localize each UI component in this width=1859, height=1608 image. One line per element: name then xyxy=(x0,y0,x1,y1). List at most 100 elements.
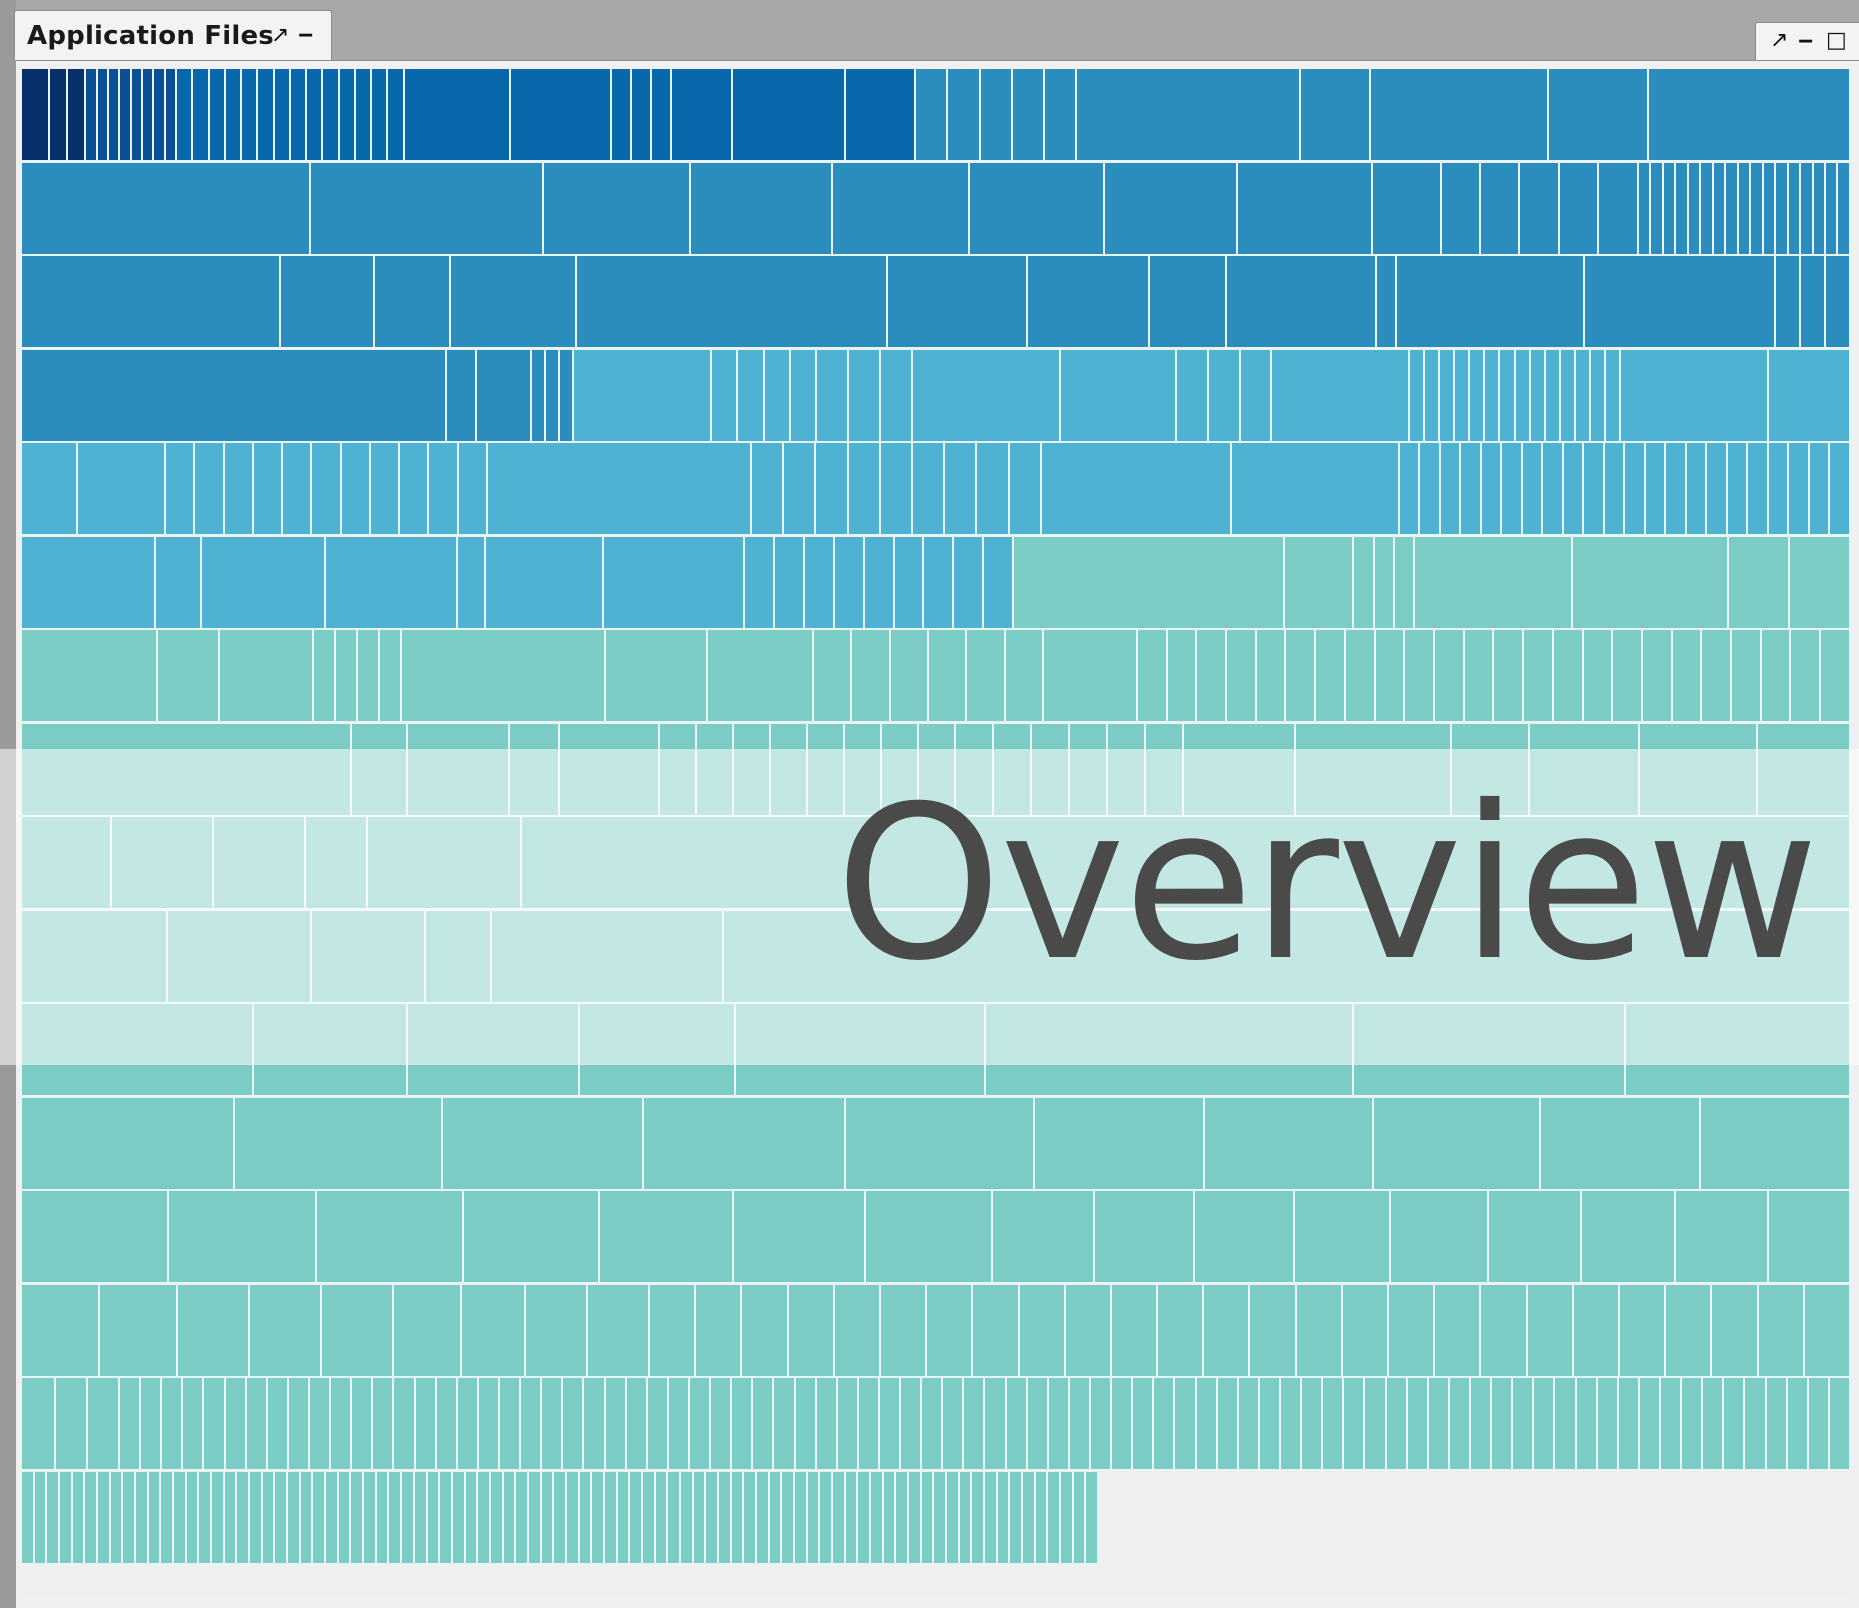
file-tile[interactable] xyxy=(848,443,881,534)
file-tile[interactable] xyxy=(880,350,913,441)
file-tile[interactable] xyxy=(894,537,925,628)
file-tile[interactable] xyxy=(1006,1378,1028,1469)
file-tile[interactable] xyxy=(123,1472,137,1563)
file-tile[interactable] xyxy=(1769,1191,1851,1282)
file-tile[interactable] xyxy=(450,256,578,347)
file-tile[interactable] xyxy=(1618,1378,1640,1469)
file-tile[interactable] xyxy=(364,1472,377,1563)
file-tile[interactable] xyxy=(542,1378,564,1469)
file-tile[interactable] xyxy=(1409,350,1425,441)
file-tile[interactable] xyxy=(373,1378,395,1469)
file-tile[interactable] xyxy=(1804,1285,1851,1376)
file-tile[interactable] xyxy=(617,1472,631,1563)
file-tile[interactable] xyxy=(224,1472,238,1563)
file-tile[interactable] xyxy=(1801,163,1814,254)
file-tile[interactable] xyxy=(934,1472,948,1563)
file-tile[interactable] xyxy=(1374,1098,1541,1189)
file-tile[interactable] xyxy=(510,724,560,815)
file-tile[interactable] xyxy=(1375,630,1406,721)
file-tile[interactable] xyxy=(756,1472,770,1563)
file-tile[interactable] xyxy=(193,69,210,160)
file-tile[interactable] xyxy=(879,1378,902,1469)
file-tile[interactable] xyxy=(691,163,833,254)
file-tile[interactable] xyxy=(394,1378,416,1469)
file-tile[interactable] xyxy=(1112,1378,1134,1469)
file-tile[interactable] xyxy=(882,724,919,815)
file-tile[interactable] xyxy=(1555,1378,1577,1469)
file-tile[interactable] xyxy=(1256,630,1287,721)
file-tile[interactable] xyxy=(526,1285,588,1376)
file-tile[interactable] xyxy=(732,1378,754,1469)
file-tile[interactable] xyxy=(34,1472,48,1563)
file-tile[interactable] xyxy=(1048,1472,1062,1563)
file-tile[interactable] xyxy=(1390,1191,1489,1282)
file-tile[interactable] xyxy=(1676,163,1689,254)
file-tile[interactable] xyxy=(805,537,835,628)
file-tile[interactable] xyxy=(429,443,459,534)
file-tile[interactable] xyxy=(457,1378,479,1469)
file-tile[interactable] xyxy=(1729,537,1791,628)
file-tile[interactable] xyxy=(1524,630,1554,721)
file-tile[interactable] xyxy=(1545,350,1561,441)
file-tile[interactable] xyxy=(642,1472,656,1563)
file-tile[interactable] xyxy=(588,1285,650,1376)
file-tile[interactable] xyxy=(1813,163,1826,254)
file-tile[interactable] xyxy=(242,69,259,160)
restore-icon[interactable]: ↗ xyxy=(1770,30,1788,52)
file-tile[interactable] xyxy=(341,443,371,534)
file-tile[interactable] xyxy=(408,1004,580,1095)
file-tile[interactable] xyxy=(338,1472,352,1563)
minimize-icon[interactable]: ‒ xyxy=(1798,30,1813,52)
file-tile[interactable] xyxy=(1789,443,1810,534)
file-tile[interactable] xyxy=(1226,256,1377,347)
file-tile[interactable] xyxy=(400,443,430,534)
file-tile[interactable] xyxy=(1712,1285,1759,1376)
file-tile[interactable] xyxy=(1184,724,1296,815)
file-tile[interactable] xyxy=(1296,1285,1343,1376)
minimize-tab-icon[interactable]: ‒ xyxy=(298,24,313,46)
file-tile[interactable] xyxy=(154,69,166,160)
file-tile[interactable] xyxy=(97,69,110,160)
file-tile[interactable] xyxy=(1237,163,1373,254)
file-tile[interactable] xyxy=(1354,1004,1626,1095)
file-tile[interactable] xyxy=(630,1472,643,1563)
file-tile[interactable] xyxy=(858,1472,872,1563)
file-tile[interactable] xyxy=(168,1191,318,1282)
file-tile[interactable] xyxy=(511,69,613,160)
file-tile[interactable] xyxy=(1070,724,1108,815)
file-tile[interactable] xyxy=(1606,350,1622,441)
file-tile[interactable] xyxy=(376,1472,390,1563)
file-tile[interactable] xyxy=(310,163,544,254)
file-tile[interactable] xyxy=(404,69,512,160)
file-tile[interactable] xyxy=(1464,630,1495,721)
file-tile[interactable] xyxy=(1133,1378,1155,1469)
file-tile[interactable] xyxy=(339,69,356,160)
file-tile[interactable] xyxy=(849,350,881,441)
file-tile[interactable] xyxy=(1150,256,1227,347)
file-tile[interactable] xyxy=(1599,163,1639,254)
file-tile[interactable] xyxy=(1407,1378,1429,1469)
file-tile[interactable] xyxy=(852,630,891,721)
file-tile[interactable] xyxy=(845,724,882,815)
file-tile[interactable] xyxy=(408,724,510,815)
file-tile[interactable] xyxy=(516,1472,529,1563)
file-tile[interactable] xyxy=(131,69,144,160)
file-tile[interactable] xyxy=(1713,163,1727,254)
file-tile[interactable] xyxy=(680,1472,694,1563)
file-tile[interactable] xyxy=(174,1472,187,1563)
file-tile[interactable] xyxy=(605,1378,627,1469)
file-tile[interactable] xyxy=(312,911,426,1002)
file-tile[interactable] xyxy=(1455,350,1471,441)
file-tile[interactable] xyxy=(943,1378,965,1469)
file-tile[interactable] xyxy=(478,1472,491,1563)
file-tile[interactable] xyxy=(784,443,817,534)
file-tile[interactable] xyxy=(1137,630,1168,721)
file-tile[interactable] xyxy=(1745,1378,1767,1469)
file-tile[interactable] xyxy=(1791,630,1822,721)
file-tile[interactable] xyxy=(1372,163,1442,254)
file-tile[interactable] xyxy=(1645,443,1667,534)
file-tile[interactable] xyxy=(22,630,158,721)
file-tile[interactable] xyxy=(352,1378,374,1469)
file-tile[interactable] xyxy=(1663,163,1677,254)
file-tile[interactable] xyxy=(1808,1378,1830,1469)
